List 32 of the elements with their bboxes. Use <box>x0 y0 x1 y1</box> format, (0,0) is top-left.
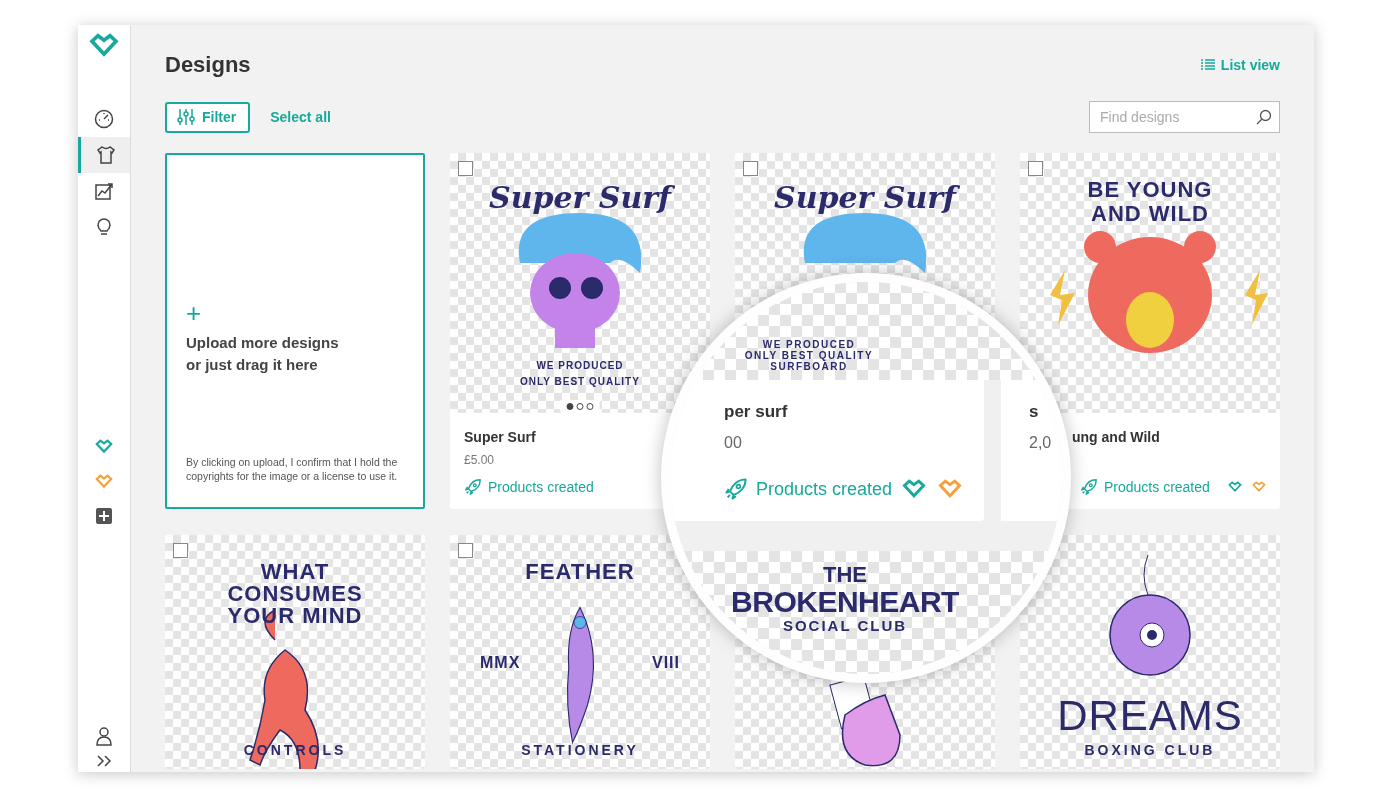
plus-icon: + <box>186 300 423 326</box>
artwork-text: ONLY BEST QUALITY <box>744 350 874 361</box>
artwork-text: BROKENHEART <box>731 586 959 618</box>
artwork-text: WE PRODUCED <box>536 361 624 371</box>
design-price: 00 <box>724 434 743 452</box>
artwork-text: VIII <box>652 655 680 671</box>
products-status: Products created <box>1104 479 1210 495</box>
artwork-text: ONLY BEST QUALITY <box>520 377 640 387</box>
artwork-text: STATIONERY <box>521 743 639 757</box>
design-title: per surf <box>724 402 789 422</box>
artwork-text: WE PRODUCED <box>762 339 856 350</box>
artwork-text: SOCIAL CLUB <box>782 617 908 634</box>
artwork-text: SURFBOARD <box>770 361 848 372</box>
products-status: Products created <box>488 479 594 495</box>
design-title: Super Surf <box>464 429 536 445</box>
page-title: Designs <box>165 52 251 78</box>
artwork-text: FEATHER <box>525 561 635 583</box>
upload-disclaimer: By clicking on upload, I confirm that I hold the copyrights for the image or a license to use it. <box>186 455 399 483</box>
artwork-text: Super Surf <box>766 179 964 217</box>
upload-prompt: Upload more designs or just drag it here <box>186 333 340 375</box>
artwork-text: AND WILD <box>1091 203 1209 225</box>
artwork-text: THE <box>823 563 867 587</box>
artwork-text: Super Surf <box>481 179 679 217</box>
design-price: £5.00 <box>464 453 495 467</box>
design-price: 2,0 <box>1029 434 1053 452</box>
products-status: Products created <box>756 478 893 500</box>
design-title: s <box>1029 402 1040 422</box>
artwork-text: BOXING CLUB <box>1084 743 1216 757</box>
design-title: ung and Wild <box>1072 429 1160 445</box>
artwork-text: BE YOUNG <box>1087 179 1213 201</box>
artwork-text: MMX <box>480 655 521 671</box>
artwork-text: DREAMS <box>1057 695 1243 737</box>
